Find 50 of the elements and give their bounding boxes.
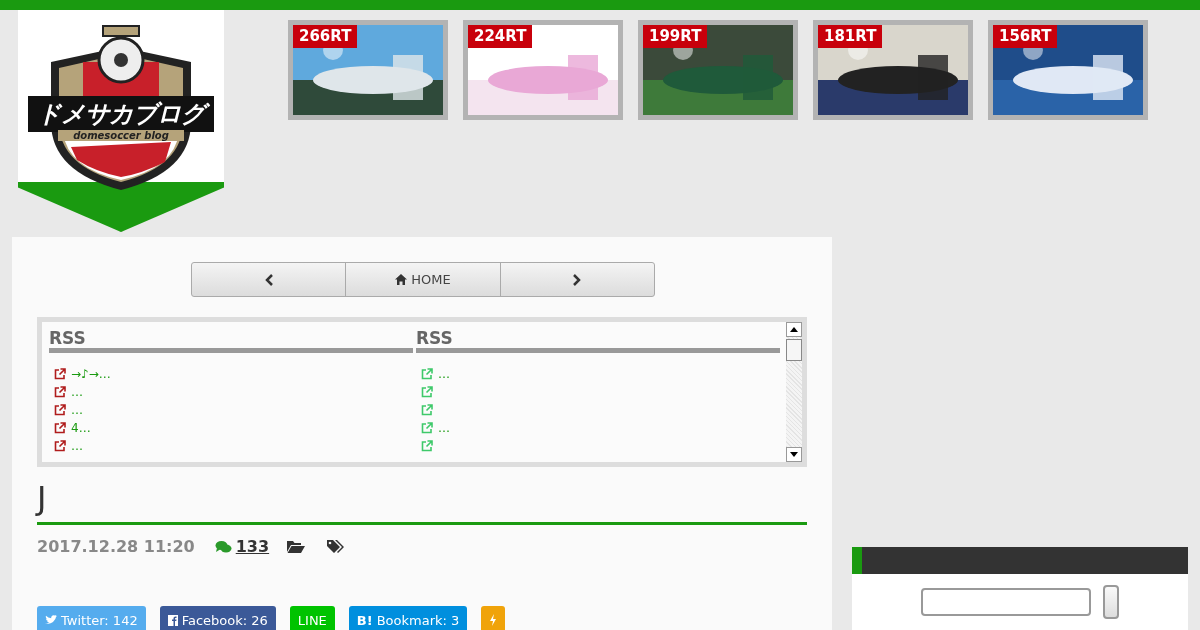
scroll-thumb[interactable]: [786, 339, 802, 361]
external-link-icon[interactable]: [54, 404, 66, 416]
ranking-thumbnail[interactable]: 199RT: [638, 20, 798, 120]
scroll-up-icon[interactable]: [786, 322, 802, 337]
feed-link[interactable]: →♪→…: [71, 367, 111, 381]
external-link-icon[interactable]: [54, 440, 66, 452]
ranking-thumbnail[interactable]: 224RT: [463, 20, 623, 120]
search-button[interactable]: [1103, 585, 1119, 619]
bird-icon: [45, 615, 57, 626]
share-button[interactable]: B! Bookmark: 3: [348, 606, 468, 630]
share-button[interactable]: LINE: [289, 606, 335, 630]
comment-count[interactable]: 133: [235, 537, 270, 557]
retweet-count: 224RT: [468, 25, 533, 48]
retweet-count: 199RT: [643, 25, 708, 48]
search-field[interactable]: [921, 588, 1091, 616]
comments-icon: [214, 539, 232, 554]
ranking-thumbnail[interactable]: 156RT: [988, 20, 1148, 120]
rss-heading: RSS: [49, 328, 413, 353]
feed-link[interactable]: …: [438, 421, 450, 435]
share-button[interactable]: Twitter: 142: [37, 606, 146, 630]
external-link-icon[interactable]: [54, 386, 66, 398]
rss-heading: RSS: [416, 328, 780, 353]
scroll-down-icon[interactable]: [786, 447, 802, 462]
feed-link[interactable]: …: [71, 439, 83, 453]
ranking-thumbnail[interactable]: 181RT: [813, 20, 973, 120]
logo-title: ドメサカブログ: [28, 96, 214, 132]
external-link-icon[interactable]: [54, 368, 66, 380]
folder-icon[interactable]: [287, 539, 306, 554]
share-button[interactable]: [481, 606, 506, 630]
chevron-left-icon: [264, 273, 273, 286]
lightning-icon: [489, 614, 498, 627]
ranking-thumbnail[interactable]: 266RT: [288, 20, 448, 120]
feed-link[interactable]: …: [71, 403, 83, 417]
logo-subtitle: domesoccer blog: [58, 130, 184, 141]
retweet-count: 266RT: [293, 25, 358, 48]
share-button[interactable]: Facebook: 26: [159, 606, 276, 630]
retweet-count: 156RT: [993, 25, 1058, 48]
home-icon: [395, 274, 408, 285]
article-title: J: [37, 481, 807, 526]
chevron-right-icon: [573, 273, 582, 286]
facebook-icon: [167, 614, 178, 626]
feed-link[interactable]: …: [438, 367, 450, 381]
tags-icon[interactable]: [327, 538, 346, 555]
retweet-count: 181RT: [818, 25, 883, 48]
scrollbar[interactable]: [786, 322, 802, 462]
external-link-icon[interactable]: [54, 422, 66, 434]
post-date: 2017.12.28 11:20: [37, 537, 195, 557]
logo-banner[interactable]: ドメサカブログ domesoccer blog: [18, 10, 224, 232]
feed-link[interactable]: …: [71, 385, 83, 399]
feed-link[interactable]: 4…: [71, 421, 91, 435]
